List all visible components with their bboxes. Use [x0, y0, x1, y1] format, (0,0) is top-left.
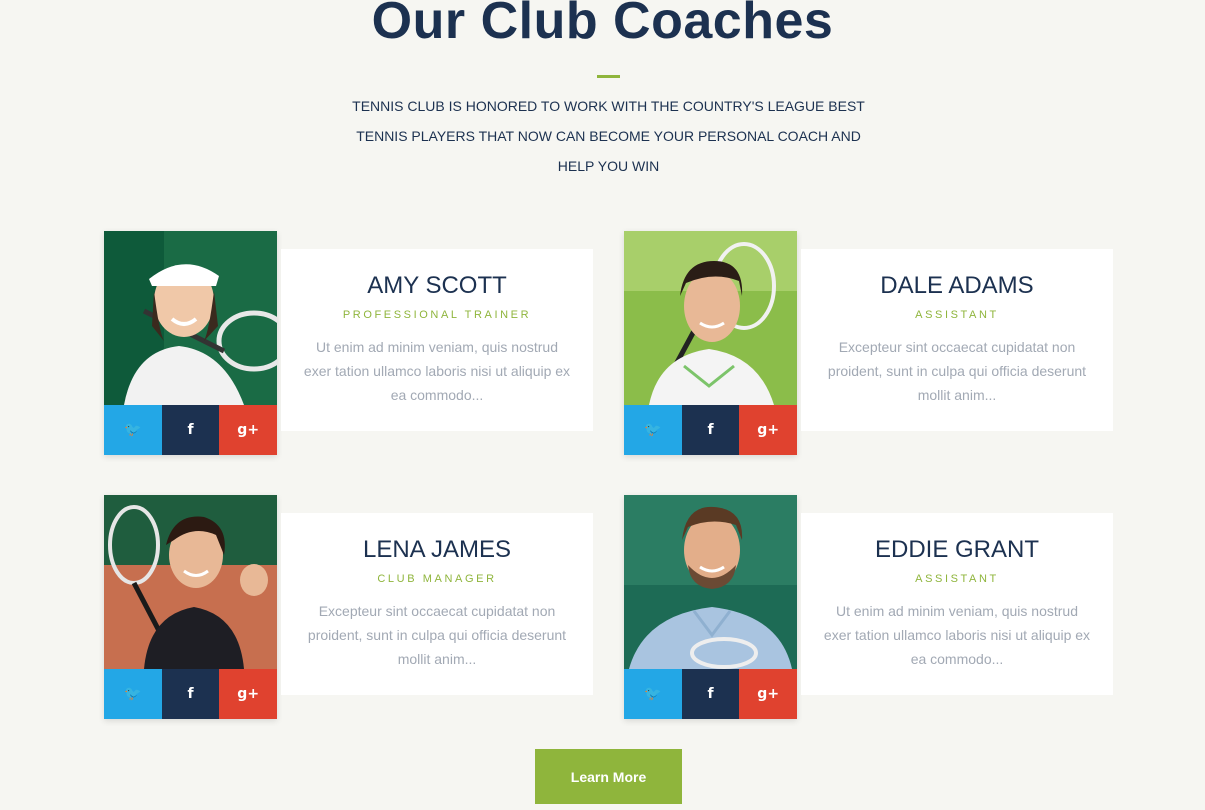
coach-info: LENA JAMES CLUB MANAGER Excepteur sint o… [281, 513, 593, 695]
coach-bio: Excepteur sint occaecat cupidatat non pr… [307, 603, 567, 667]
section-title: Our Club Coaches [371, 0, 834, 50]
coach-bio: Ut enim ad minim veniam, quis nostrud ex… [303, 339, 571, 403]
social-links: 🐦 f g+ [624, 405, 797, 455]
coach-photo-frame: 🐦 f g+ [624, 231, 797, 455]
twitter-icon[interactable]: 🐦 [624, 669, 682, 719]
coach-name[interactable]: EDDIE GRANT [801, 535, 1113, 565]
facebook-icon[interactable]: f [161, 669, 220, 719]
twitter-icon[interactable]: 🐦 [624, 405, 682, 455]
coach-photo-frame: 🐦 f g+ [624, 495, 797, 719]
coach-bio: Ut enim ad minim veniam, quis nostrud ex… [823, 603, 1091, 667]
title-divider [597, 75, 620, 78]
section-intro: TENNIS CLUB IS HONORED TO WORK WITH THE … [352, 98, 865, 174]
coach-name[interactable]: LENA JAMES [281, 535, 593, 565]
learn-more-button[interactable]: Learn More [535, 749, 682, 804]
coach-photo-frame: 🐦 f g+ [104, 231, 277, 455]
facebook-icon[interactable]: f [681, 669, 740, 719]
coach-role: ASSISTANT [915, 309, 999, 321]
social-links: 🐦 f g+ [624, 669, 797, 719]
facebook-icon[interactable]: f [681, 405, 740, 455]
social-links: 🐦 f g+ [104, 405, 277, 455]
coach-bio: Excepteur sint occaecat cupidatat non pr… [827, 339, 1087, 403]
twitter-icon[interactable]: 🐦 [104, 405, 162, 455]
google-plus-icon[interactable]: g+ [739, 405, 797, 455]
coach-photo[interactable] [104, 231, 277, 405]
google-plus-icon[interactable]: g+ [739, 669, 797, 719]
google-plus-icon[interactable]: g+ [219, 669, 277, 719]
coach-role: CLUB MANAGER [377, 573, 497, 585]
twitter-icon[interactable]: 🐦 [104, 669, 162, 719]
coach-photo-frame: 🐦 f g+ [104, 495, 277, 719]
coach-name[interactable]: AMY SCOTT [281, 271, 593, 301]
coach-role: ASSISTANT [915, 573, 999, 585]
google-plus-icon[interactable]: g+ [219, 405, 277, 455]
coach-role: PROFESSIONAL TRAINER [342, 309, 532, 321]
coach-photo[interactable] [624, 495, 797, 669]
coach-photo[interactable] [624, 231, 797, 405]
coach-info: EDDIE GRANT ASSISTANT Ut enim ad minim v… [801, 513, 1113, 695]
coach-info: AMY SCOTT PROFESSIONAL TRAINER Ut enim a… [281, 249, 593, 431]
coach-name[interactable]: DALE ADAMS [801, 271, 1113, 301]
coach-photo[interactable] [104, 495, 277, 669]
facebook-icon[interactable]: f [161, 405, 220, 455]
social-links: 🐦 f g+ [104, 669, 277, 719]
coach-info: DALE ADAMS ASSISTANT Excepteur sint occa… [801, 249, 1113, 431]
